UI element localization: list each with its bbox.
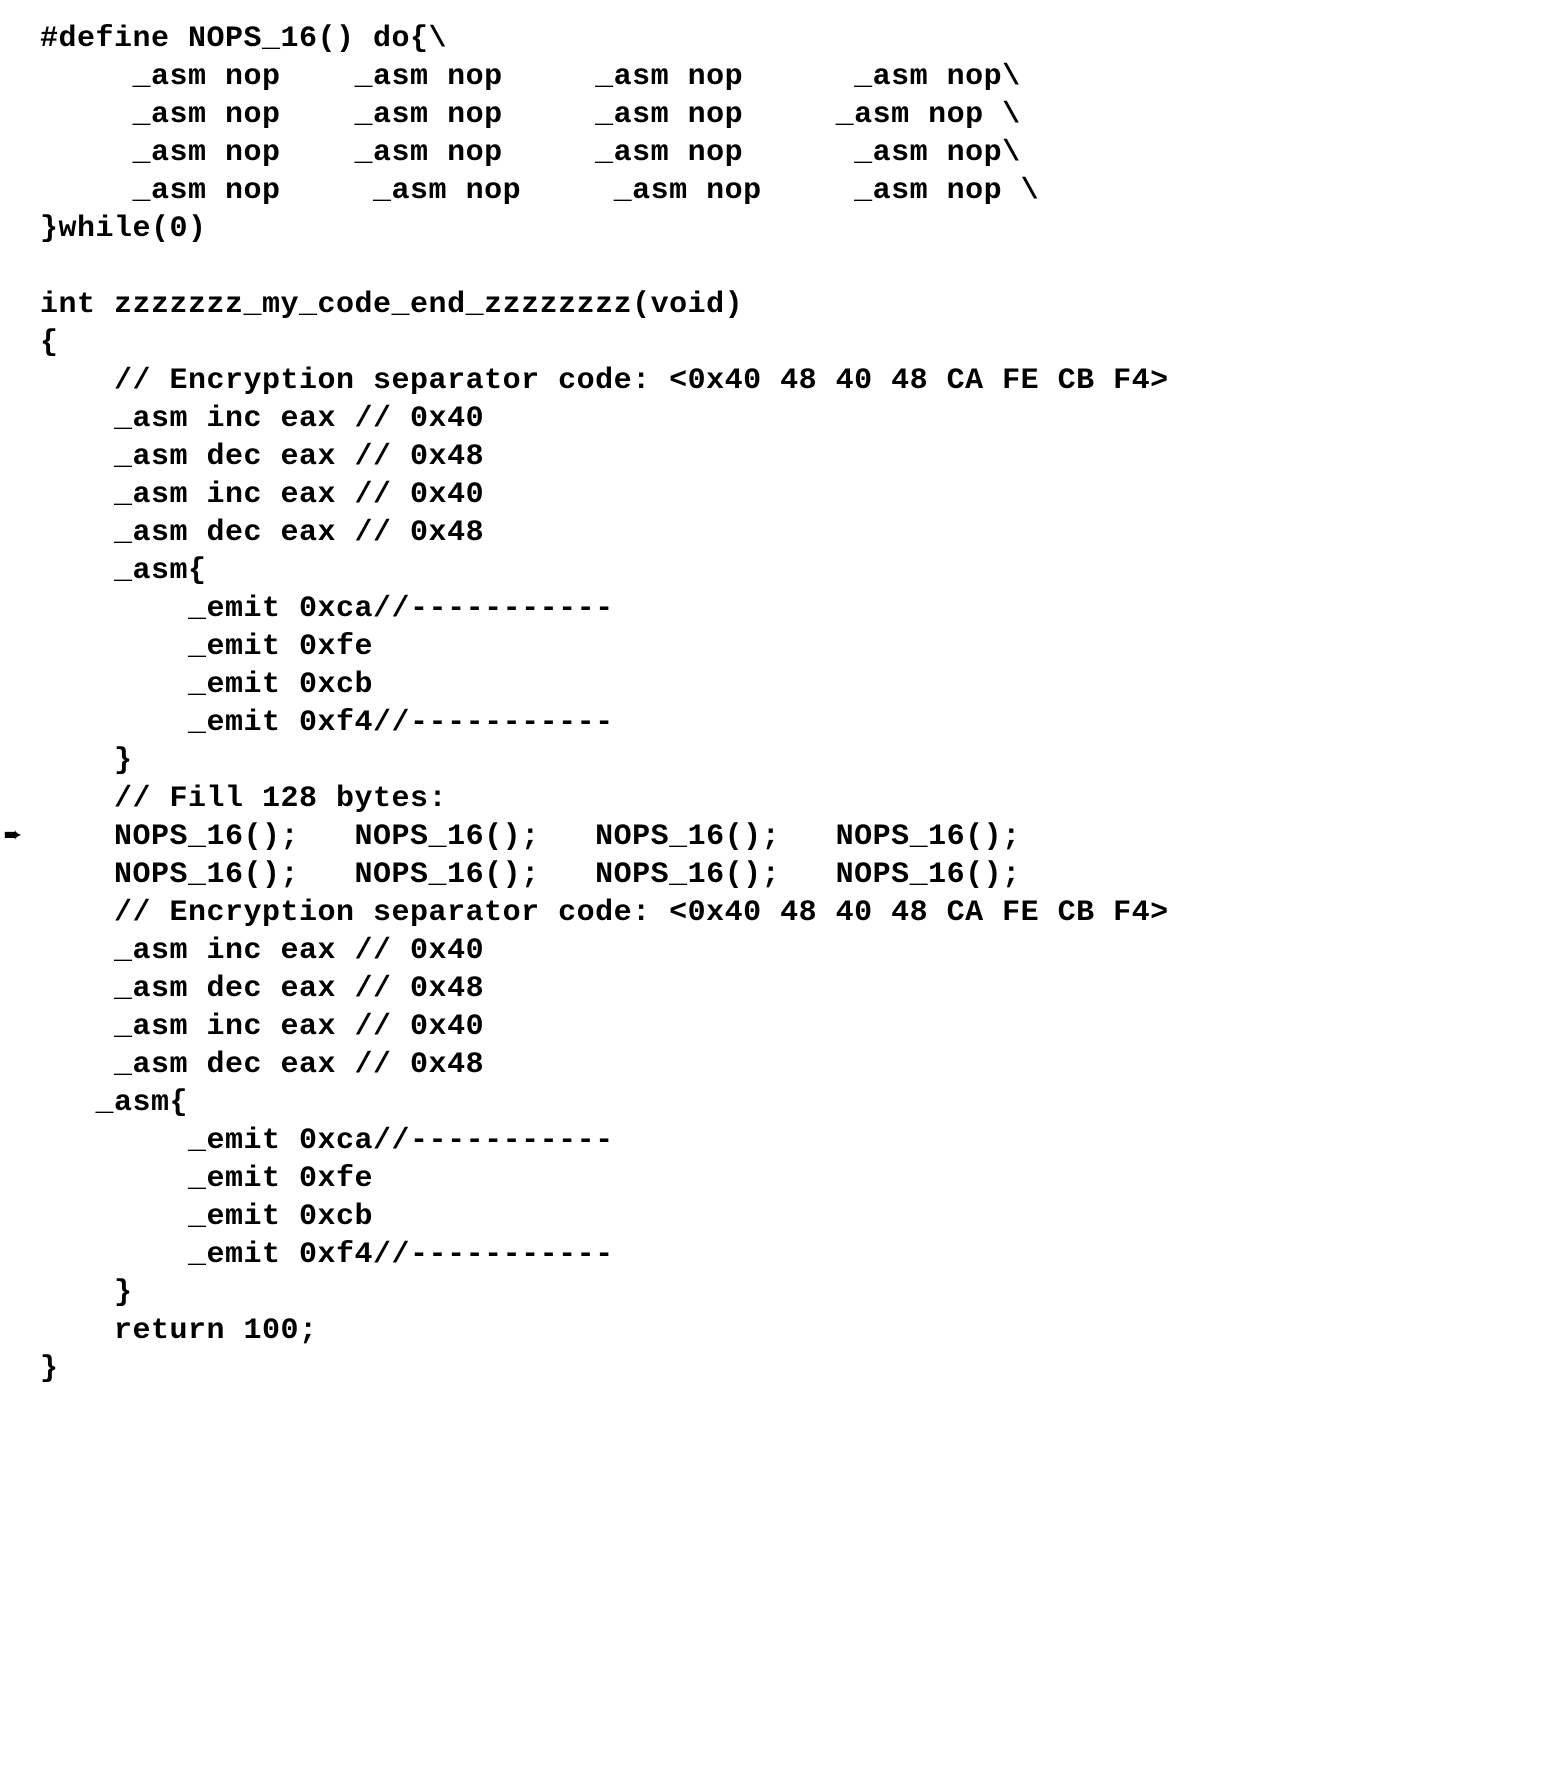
current-line-marker: ➨ xyxy=(4,818,22,855)
code-container: #define NOPS_16() do{\ _asm nop _asm nop… xyxy=(0,0,1562,1408)
code-block: #define NOPS_16() do{\ _asm nop _asm nop… xyxy=(0,0,1562,1408)
